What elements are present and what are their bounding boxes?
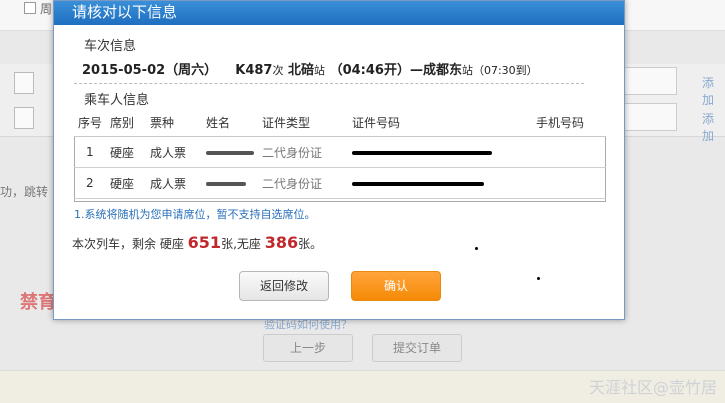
row-id-no-redacted xyxy=(348,167,532,199)
row-no: 2 xyxy=(74,167,106,199)
col-header-seat: 席别 xyxy=(106,109,146,137)
speck xyxy=(537,277,540,280)
col-header-id-type: 证件类型 xyxy=(258,109,348,137)
row-ticket: 成人票 xyxy=(146,136,202,168)
arrive-time: （07:30到） xyxy=(472,64,538,77)
top-checkbox[interactable] xyxy=(24,2,36,14)
dialog-title: 请核对以下信息 xyxy=(54,1,624,25)
col-header-name: 姓名 xyxy=(202,109,258,137)
bg-select-1[interactable] xyxy=(14,72,34,94)
add-link-2[interactable]: 添加 xyxy=(702,110,725,144)
train-number: K487 xyxy=(235,63,273,78)
train-section-title: 车次信息 xyxy=(84,39,137,54)
bg-input-1[interactable] xyxy=(623,67,677,95)
col-header-ticket: 票种 xyxy=(146,109,202,137)
row-name-redacted xyxy=(202,136,258,168)
seat-note: 1.系统将随机为您申请席位，暂不支持自选席位。 xyxy=(74,208,316,221)
confirm-dialog: 请核对以下信息 车次信息 2015-05-02（周六） K487次 北碚站 （0… xyxy=(53,0,625,320)
depart-time: （04:46开） xyxy=(329,63,410,78)
passenger-table: 序号 席别 票种 姓名 证件类型 证件号码 手机号码 1 硬座 成人票 二代身份… xyxy=(74,109,606,199)
watermark: 天涯社区@壶竹居 xyxy=(588,378,717,397)
table-row: 2 硬座 成人票 二代身份证 xyxy=(74,167,606,199)
bg-select-2[interactable] xyxy=(14,107,34,129)
passenger-section-title: 乘车人信息 xyxy=(84,93,150,108)
top-checkbox-label: 周 xyxy=(40,2,53,16)
row-name-redacted xyxy=(202,167,258,199)
divider xyxy=(74,83,584,84)
confirm-button[interactable]: 确认 xyxy=(351,271,441,301)
col-header-id-no: 证件号码 xyxy=(348,109,532,137)
add-link-1[interactable]: 添加 xyxy=(702,74,725,108)
row-phone xyxy=(532,167,606,199)
row-ticket: 成人票 xyxy=(146,167,202,199)
row-seat: 硬座 xyxy=(106,136,146,168)
trip-date: 2015-05-02（周六） xyxy=(82,63,218,78)
row-phone xyxy=(532,136,606,168)
no-seat-count: 386 xyxy=(264,233,299,252)
bg-logo-text: 禁育 xyxy=(20,292,56,313)
bg-input-2[interactable] xyxy=(623,103,677,131)
table-header-row: 序号 席别 票种 姓名 证件类型 证件号码 手机号码 xyxy=(74,109,606,137)
dialog-body: 车次信息 2015-05-02（周六） K487次 北碚站 （04:46开）—成… xyxy=(54,25,624,319)
row-id-no-redacted xyxy=(348,136,532,168)
back-modify-button[interactable]: 返回修改 xyxy=(239,271,329,301)
prev-step-button[interactable]: 上一步 xyxy=(263,334,353,362)
remaining-tickets: 本次列车，剩余 硬座 651张,无座 386张。 xyxy=(72,233,323,252)
submit-order-button[interactable]: 提交订单 xyxy=(372,334,462,362)
col-header-no: 序号 xyxy=(74,109,106,137)
row-id-type: 二代身份证 xyxy=(258,136,348,168)
speck xyxy=(475,247,478,250)
to-station: 成都东 xyxy=(422,63,462,78)
trip-summary: 2015-05-02（周六） K487次 北碚站 （04:46开）—成都东站（0… xyxy=(82,63,538,78)
col-header-phone: 手机号码 xyxy=(532,109,606,137)
bg-partial-text: 功，跳转 xyxy=(0,185,49,199)
from-station: 北碚 xyxy=(288,63,315,78)
table-row: 1 硬座 成人票 二代身份证 xyxy=(74,136,606,168)
row-seat: 硬座 xyxy=(106,167,146,199)
row-no: 1 xyxy=(74,136,106,168)
row-id-type: 二代身份证 xyxy=(258,167,348,199)
hard-seat-count: 651 xyxy=(187,233,222,252)
